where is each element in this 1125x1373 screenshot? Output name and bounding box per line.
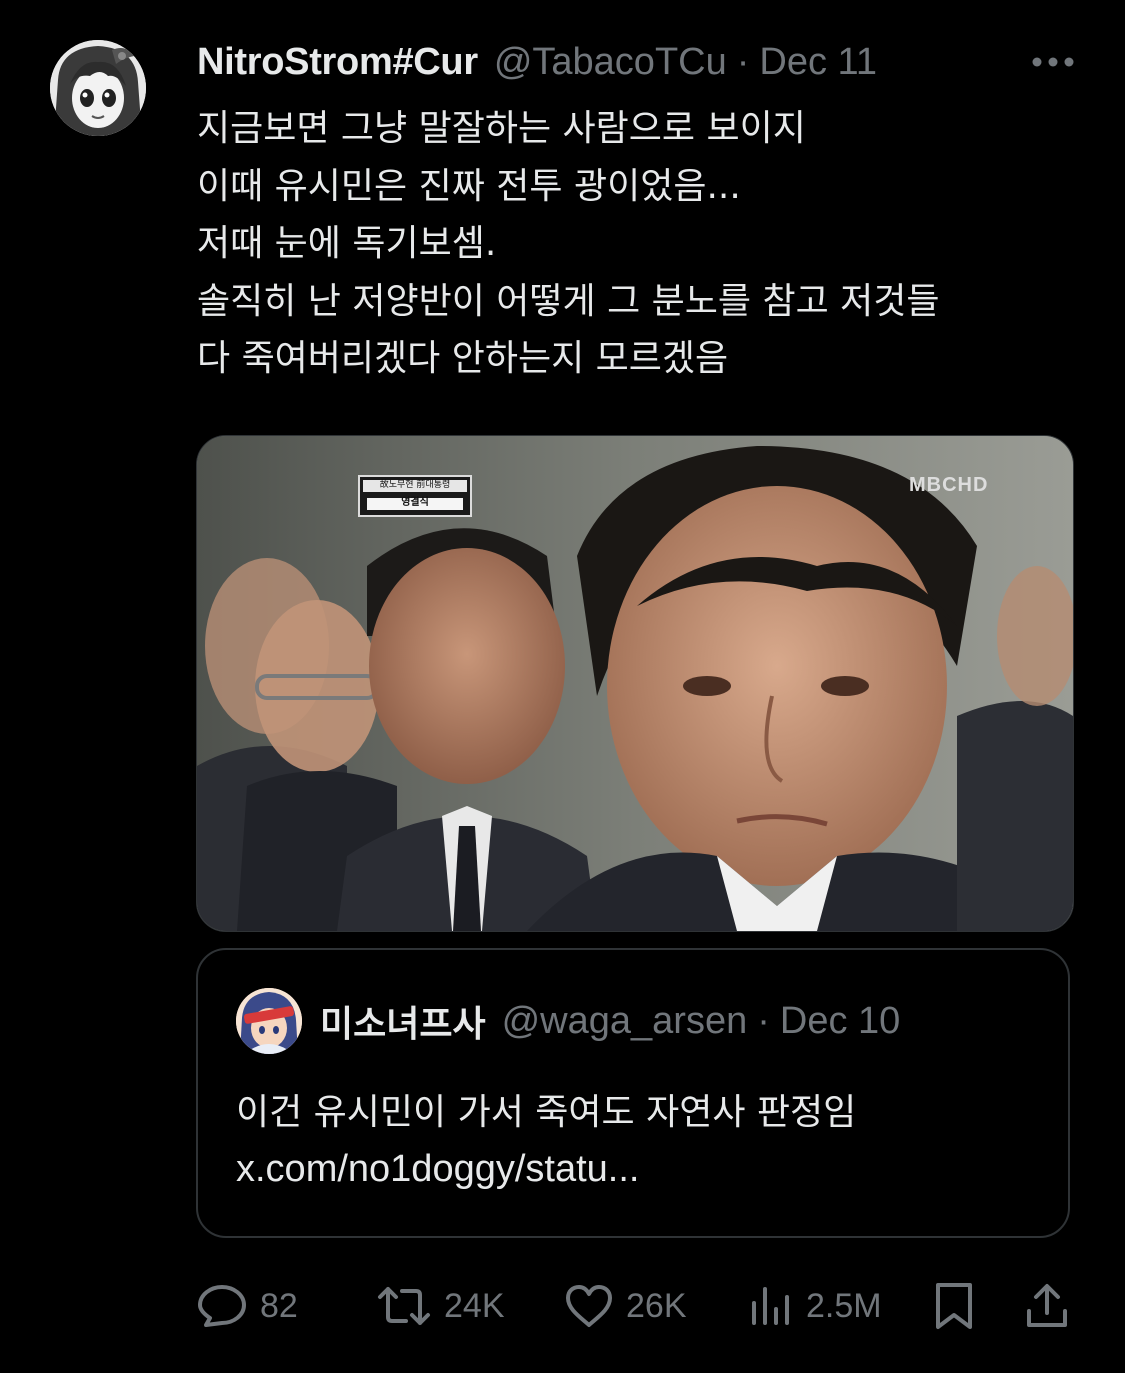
tweet-header: NitroStrom#Cur @TabacoTCu · Dec 11 [197,36,1077,88]
more-horizontal-icon [1032,57,1074,67]
quote-link[interactable]: x.com/no1doggy/statu... [236,1141,856,1197]
repost-arrows-icon [378,1287,430,1325]
tweet-text: 지금보면 그냥 말잘하는 사람으로 보이지 이때 유시민은 진짜 전투 광이었음… [197,100,1077,388]
quoted-tweet[interactable]: 미소녀프사 @waga_arsen · Dec 10 이건 유시민이 가서 죽여… [196,948,1070,1238]
tweet-text-line: 지금보면 그냥 말잘하는 사람으로 보이지 [197,108,806,149]
quote-header-separator: · [757,999,770,1042]
tweet-media-photo[interactable]: MBCHD 故노무현 前대통령 영결식 [196,435,1074,932]
more-options-button[interactable] [1029,44,1077,80]
bar-chart-icon [752,1287,789,1325]
quote-author-handle[interactable]: @waga_arsen [502,1000,748,1043]
reply-button[interactable]: 82 [196,1276,298,1336]
tweet-text-line: 저때 눈에 독기보셈. [197,223,497,264]
tweet-date[interactable]: Dec 11 [759,41,877,84]
like-count: 26K [626,1286,687,1325]
reply-count: 82 [260,1286,298,1325]
reply-bubble-icon [198,1285,246,1327]
broadcast-caption-top: 故노무현 前대통령 [379,480,451,490]
broadcaster-logo: MBCHD [909,474,989,496]
header-separator: · [736,40,750,83]
quote-avatar-image [236,988,302,1054]
bookmark-icon [936,1283,972,1329]
heart-icon [566,1285,612,1327]
repost-count: 24K [444,1286,505,1325]
author-handle[interactable]: @TabacoTCu [494,41,727,84]
view-count: 2.5M [806,1286,882,1325]
author-avatar-image [50,40,146,136]
author-avatar[interactable] [50,40,146,136]
quote-date[interactable]: Dec 10 [780,1000,900,1043]
photo-broadcast-still [197,436,1073,931]
quote-text-body: 이건 유시민이 가서 죽여도 자연사 판정임 [236,1092,857,1133]
tweet-text-line: 솔직히 난 저양반이 어떻게 그 분노를 참고 저것들 [197,280,940,322]
broadcast-caption-bottom: 영결식 [401,497,429,508]
author-display-name[interactable]: NitroStrom#Cur [197,41,478,84]
repost-button[interactable]: 24K [376,1276,505,1336]
bookmark-button[interactable] [932,1276,976,1336]
quote-text: 이건 유시민이 가서 죽여도 자연사 판정임 x.com/no1doggy/st… [236,1085,856,1197]
tweet-text-line: 이때 유시민은 진짜 전투 광이었음... [197,165,741,207]
quote-author-display-name[interactable]: 미소녀프사 [320,995,486,1047]
views-button[interactable]: 2.5M [748,1276,882,1336]
like-button[interactable]: 26K [564,1276,687,1336]
quote-author-avatar[interactable] [236,988,302,1054]
share-button[interactable] [1024,1276,1070,1336]
tweet-text-line: 다 죽여버리겠다 안하는지 모르겠음 [197,338,729,379]
share-upload-icon [1027,1284,1067,1327]
quote-header: 미소녀프사 @waga_arsen · Dec 10 [320,994,900,1048]
tweet-action-bar: 82 24K 26K 2.5M [196,1276,1076,1336]
